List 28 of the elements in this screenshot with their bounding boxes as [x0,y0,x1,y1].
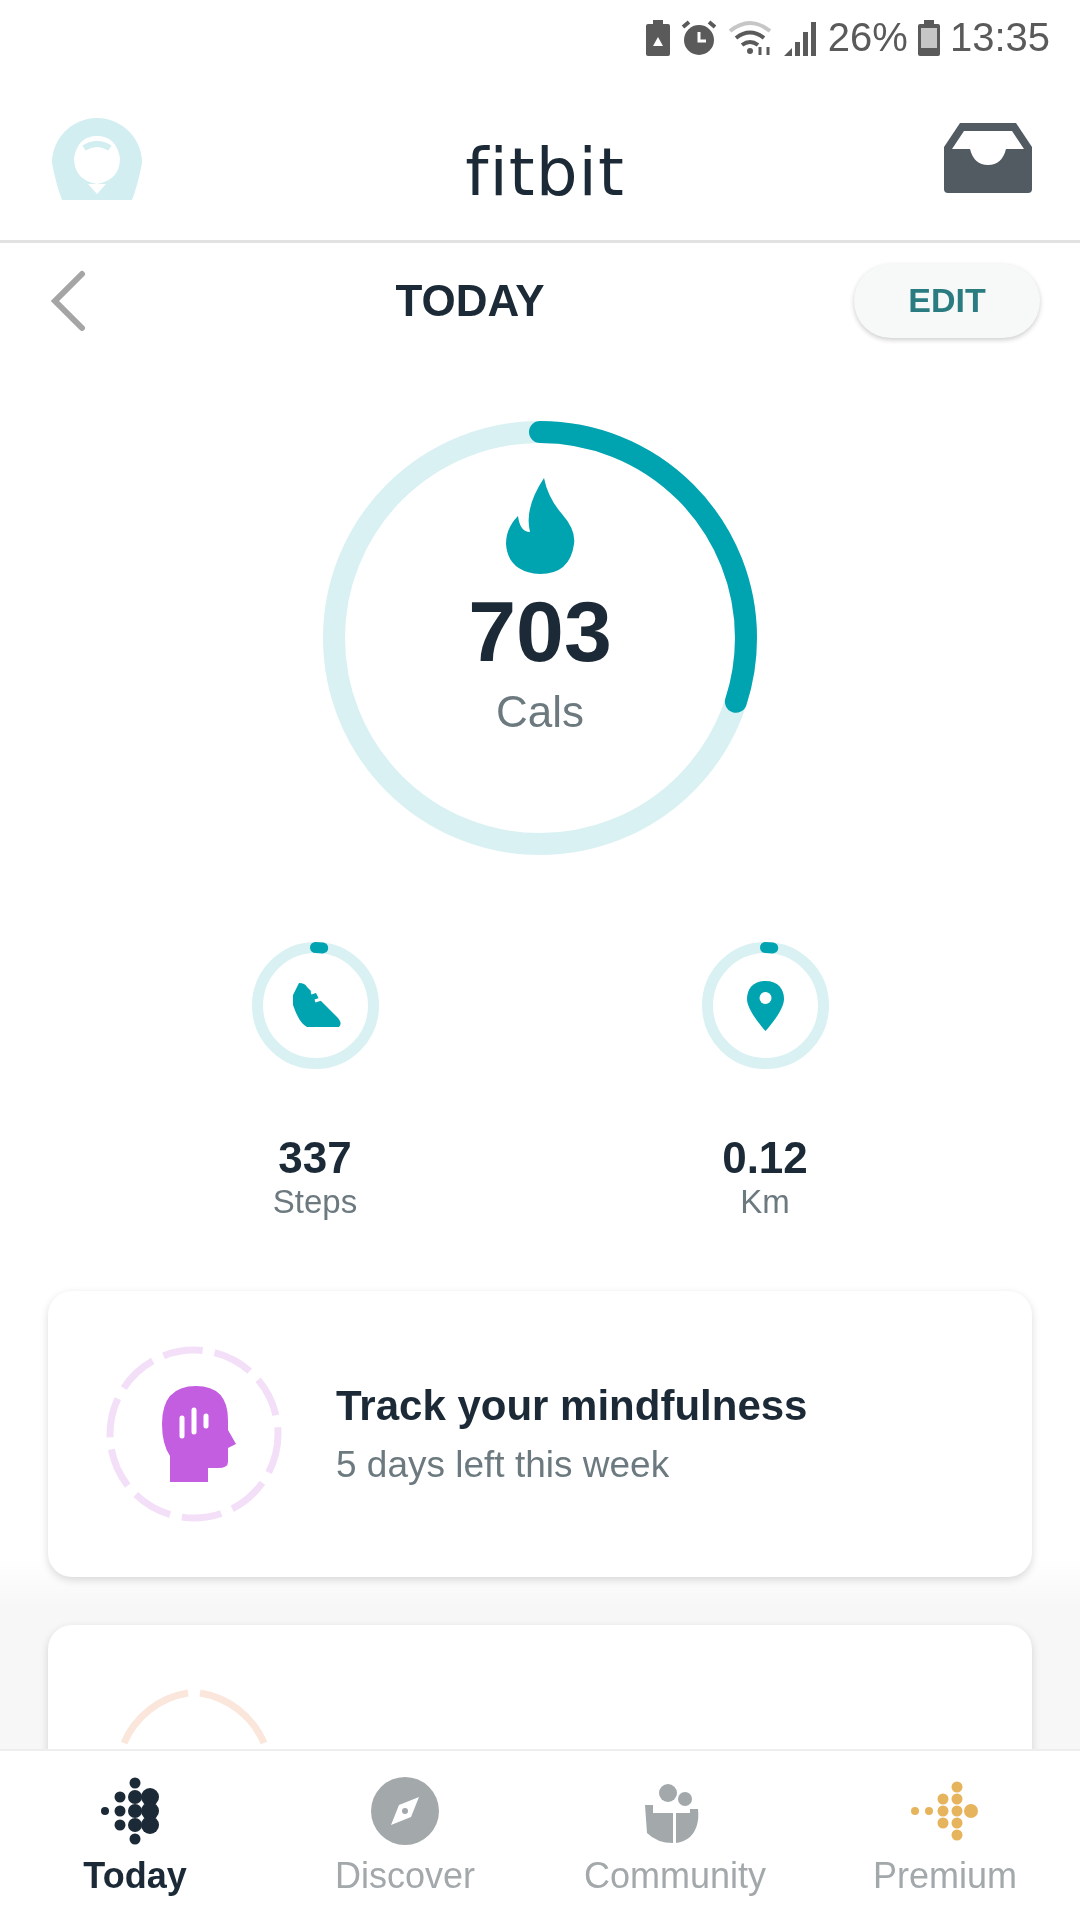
stat-unit: Km [740,1183,790,1221]
card-title: Track your mindfulness [336,1382,808,1430]
app-logo: fitbit [465,134,625,211]
nav-tab[interactable]: Discover [270,1751,540,1920]
signal-icon [783,19,818,56]
battery-percent: 26% [827,15,908,60]
nav-tab[interactable]: Premium [810,1751,1080,1920]
stat-value: 0.12 [722,1133,808,1183]
alarm-icon [679,18,718,57]
nav-tab[interactable]: Today [0,1751,270,1920]
battery-saver-icon [645,19,670,56]
back-icon[interactable] [50,269,86,332]
card-subtitle: 5 days left this week [336,1444,671,1486]
stat-value: 337 [278,1133,352,1183]
page-title: TODAY [395,275,545,326]
calories-value: 703 [468,582,612,681]
inbox-icon[interactable] [944,122,1032,193]
flame-icon [504,478,576,574]
calories-unit: Cals [496,687,584,737]
battery-icon [917,19,940,56]
mindfulness-card[interactable]: Track your mindfulness 5 days left this week [48,1291,1032,1577]
compass-icon [369,1774,441,1847]
stat-unit: Steps [272,1183,358,1221]
wifi-icon [727,18,774,57]
nav-tab[interactable]: Community [540,1751,810,1920]
clock-time: 13:35 [949,15,1050,60]
edit-button[interactable]: EDIT [854,263,1040,338]
mindfulness-head-icon [104,1344,284,1524]
